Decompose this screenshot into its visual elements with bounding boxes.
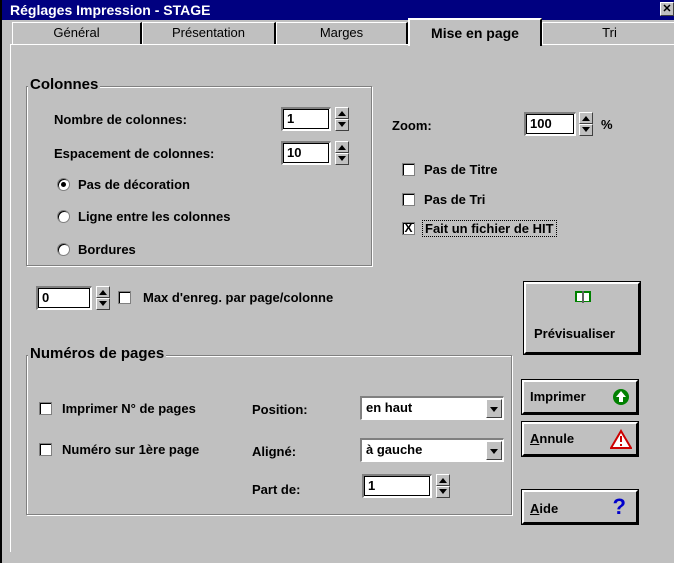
aligne-label: Aligné: [252,444,297,459]
window-title: Réglages Impression - STAGE [10,2,211,18]
close-button[interactable]: ✕ [660,2,674,16]
spin-up-icon[interactable] [335,141,349,153]
spin-down-icon[interactable] [335,153,349,165]
check-pas-titre[interactable] [402,163,415,176]
zoom-spinner[interactable] [579,112,593,136]
espacement-input[interactable]: 10 [281,141,331,165]
nb-colonnes-spinner[interactable] [335,107,349,131]
annule-button[interactable]: Annule [521,421,639,457]
spin-down-icon[interactable] [579,124,593,136]
max-enreg-label[interactable]: Max d'enreg. par page/colonne [143,290,333,305]
check-pas-tri[interactable] [402,193,415,206]
aide-button[interactable]: Aide ? [521,489,639,525]
aide-label: Aide [530,501,559,516]
radio-pas-decoration[interactable] [57,178,70,191]
nb-colonnes-input[interactable]: 1 [281,107,331,131]
max-enreg-input[interactable]: 0 [36,286,92,310]
chevron-down-icon[interactable] [486,441,502,460]
warning-icon [610,429,632,449]
radio-pas-decoration-label[interactable]: Pas de décoration [78,177,190,192]
max-enreg-spinner[interactable] [96,286,110,310]
imprimer-numeros-label[interactable]: Imprimer N° de pages [62,401,196,416]
zoom-unit: % [601,117,613,132]
spin-up-icon[interactable] [579,112,593,124]
part-de-input[interactable]: 1 [362,474,432,498]
colonnes-title: Colonnes [28,76,101,93]
numeros-title: Numéros de pages [28,345,167,362]
book-icon [575,291,591,303]
dialog-window: Réglages Impression - STAGE ✕ Général Pr… [0,0,674,563]
position-label: Position: [252,402,308,417]
spin-up-icon[interactable] [96,286,110,298]
position-select[interactable]: en haut [360,396,504,420]
espacement-label: Espacement de colonnes: [54,146,215,161]
imprimer-button[interactable]: Imprimer [521,379,639,415]
help-icon: ? [612,494,626,519]
check-fichier-hit[interactable]: X [402,222,415,235]
spin-down-icon[interactable] [335,119,349,131]
previsualiser-button[interactable]: Prévisualiser [523,281,641,355]
tab-tri[interactable]: Tri [542,22,674,44]
check-pas-titre-label[interactable]: Pas de Titre [424,162,497,177]
annule-label: Annule [530,431,575,446]
espacement-spinner[interactable] [335,141,349,165]
print-go-icon [613,389,629,405]
tab-presentation[interactable]: Présentation [142,22,276,44]
tab-general[interactable]: Général [12,22,142,44]
previsualiser-label: Prévisualiser [534,326,615,341]
numero-premiere-label[interactable]: Numéro sur 1ère page [62,442,199,457]
spin-up-icon[interactable] [335,107,349,119]
nb-colonnes-label: Nombre de colonnes: [54,112,187,127]
part-de-spinner[interactable] [436,474,450,498]
check-pas-tri-label[interactable]: Pas de Tri [424,192,485,207]
close-icon: ✕ [662,3,672,15]
zoom-input[interactable]: 100 [524,112,576,136]
check-imprimer-numeros[interactable] [39,402,52,415]
imprimer-label: Imprimer [530,389,586,404]
chevron-down-icon[interactable] [486,399,502,418]
check-numero-premiere[interactable] [39,443,52,456]
radio-bordures[interactable] [57,243,70,256]
radio-ligne-colonnes-label[interactable]: Ligne entre les colonnes [78,209,230,224]
check-max-enreg[interactable] [118,291,131,304]
part-de-label: Part de: [252,482,301,497]
zoom-label: Zoom: [392,118,432,133]
spin-up-icon[interactable] [436,474,450,486]
title-bar: Réglages Impression - STAGE ✕ [2,0,674,20]
tab-mise-en-page[interactable]: Mise en page [408,18,542,46]
radio-bordures-label[interactable]: Bordures [78,242,136,257]
spin-down-icon[interactable] [436,486,450,498]
check-fichier-hit-label[interactable]: Fait un fichier de HIT [422,220,557,237]
radio-ligne-colonnes[interactable] [57,210,70,223]
aligne-select[interactable]: à gauche [360,438,504,462]
tab-marges[interactable]: Marges [276,22,408,44]
spin-down-icon[interactable] [96,298,110,310]
